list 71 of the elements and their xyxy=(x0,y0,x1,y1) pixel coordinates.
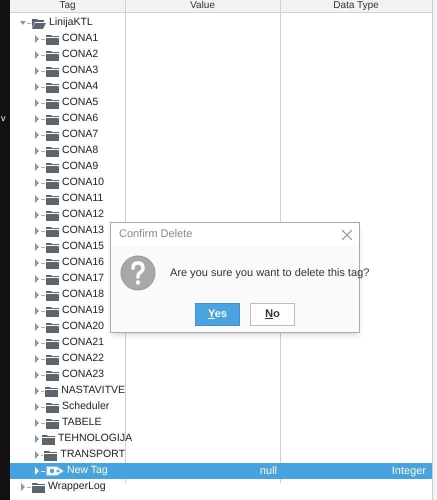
close-icon[interactable] xyxy=(342,230,352,240)
tag-name[interactable]: CONA23 xyxy=(62,367,104,383)
tag-name[interactable]: TEHNOLOGIJA xyxy=(58,431,132,447)
question-icon xyxy=(120,255,156,291)
folder-icon xyxy=(46,162,59,172)
folder-icon xyxy=(46,34,59,44)
tag-name[interactable]: LinijaKTL xyxy=(49,15,93,31)
folder-icon xyxy=(46,114,59,124)
tag-name[interactable]: CONA13 xyxy=(62,223,104,239)
folder-icon xyxy=(46,242,59,252)
folder-icon xyxy=(46,418,59,428)
folder-icon xyxy=(46,306,59,316)
tag-icon xyxy=(46,465,64,477)
folder-icon xyxy=(46,258,59,268)
tag-name[interactable]: CONA9 xyxy=(62,159,98,175)
folder-icon xyxy=(46,226,59,236)
dialog-button[interactable]: No xyxy=(250,303,295,326)
tag-name[interactable]: CONA21 xyxy=(62,335,104,351)
tag-name[interactable]: CONA1 xyxy=(62,31,98,47)
folder-icon xyxy=(46,82,59,92)
column-header[interactable]: Data Type xyxy=(280,0,432,12)
tag-name[interactable]: CONA2 xyxy=(62,47,98,63)
tag-name[interactable]: CONA6 xyxy=(62,111,98,127)
folder-icon xyxy=(46,66,59,76)
tag-name[interactable]: WrapperLog xyxy=(48,479,106,495)
folder-icon xyxy=(46,402,59,412)
tag-name[interactable]: NASTAVITVE xyxy=(61,383,125,399)
tag-name[interactable]: CONA18 xyxy=(62,287,104,303)
column-header[interactable]: Value xyxy=(125,0,280,12)
tag-name[interactable]: CONA5 xyxy=(62,95,98,111)
tag-name[interactable]: CONA12 xyxy=(62,207,104,223)
dialog-title: Confirm Delete xyxy=(119,227,192,242)
tag-name[interactable]: CONA16 xyxy=(62,255,104,271)
folder-icon xyxy=(46,338,59,348)
folder-icon xyxy=(46,98,59,108)
folder-icon xyxy=(46,194,59,204)
folder-icon xyxy=(46,178,59,188)
folder-icon xyxy=(46,290,59,300)
edge-text: v xyxy=(1,112,6,125)
tag-name[interactable]: CONA22 xyxy=(62,351,104,367)
open-folder-icon xyxy=(32,18,46,28)
folder-icon xyxy=(45,386,58,396)
folder-icon xyxy=(44,450,58,460)
tag-name[interactable]: CONA11 xyxy=(62,191,104,207)
column-header[interactable]: Tag xyxy=(10,0,125,12)
folder-icon xyxy=(46,322,59,332)
tag-name[interactable]: CONA8 xyxy=(62,143,98,159)
folder-icon xyxy=(46,370,59,380)
data-type-cell-text: Integer xyxy=(392,464,426,479)
folder-icon xyxy=(46,146,59,156)
folder-icon xyxy=(46,210,59,220)
dialog-message: Are you sure you want to delete this tag? xyxy=(170,266,370,281)
tag-name[interactable]: TABELE xyxy=(62,415,102,431)
folder-icon xyxy=(42,434,55,444)
tag-name[interactable]: CONA17 xyxy=(62,271,104,287)
folder-icon xyxy=(46,354,59,364)
tag-name[interactable]: TRANSPORT xyxy=(60,447,125,463)
folder-icon xyxy=(32,482,45,492)
tag-name[interactable]: CONA19 xyxy=(62,303,104,319)
tag-name[interactable]: CONA3 xyxy=(62,63,98,79)
tag-name[interactable]: CONA15 xyxy=(62,239,104,255)
tag-name[interactable]: CONA10 xyxy=(62,175,104,191)
folder-icon xyxy=(46,130,59,140)
value-cell-text: null xyxy=(260,464,277,479)
folder-icon xyxy=(46,50,59,60)
tag-name[interactable]: CONA7 xyxy=(62,127,98,143)
collapse-arrow-icon[interactable] xyxy=(20,19,26,27)
tag-name[interactable]: CONA20 xyxy=(62,319,104,335)
tag-name[interactable]: Scheduler xyxy=(62,399,110,415)
folder-icon xyxy=(46,274,59,284)
tag-name[interactable]: CONA4 xyxy=(62,79,98,95)
